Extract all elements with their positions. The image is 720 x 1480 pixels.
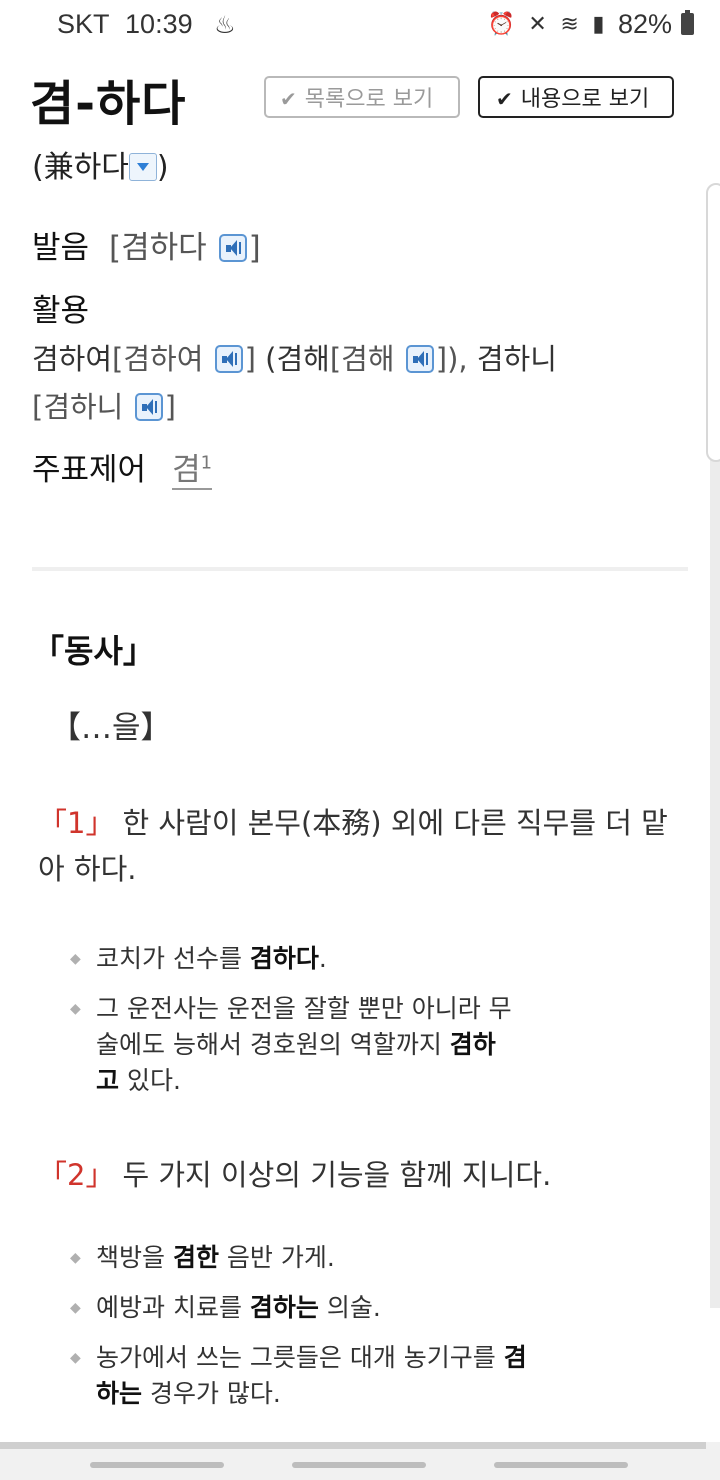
bullet-icon: ◆ bbox=[70, 1001, 81, 1017]
main-entry-label: 주표제어 bbox=[32, 452, 147, 488]
conj-pron: [겸하여 bbox=[112, 342, 204, 376]
headword: 겸-하다 bbox=[30, 76, 187, 132]
bullet-icon: ◆ bbox=[70, 1250, 81, 1266]
pronunciation-row: 발음 [겸하다 ] bbox=[32, 230, 261, 266]
sense-number: 「1」 bbox=[38, 806, 115, 840]
conj-pron: [겸하니 bbox=[32, 390, 124, 424]
clock: 10:39 bbox=[125, 9, 193, 39]
bullet-icon: ◆ bbox=[70, 951, 81, 967]
status-left: SKT 10:39 ♨ bbox=[57, 9, 236, 40]
example-item: ◆ 농가에서 쓰는 그릇들은 대개 농기구를 겸하는 경우가 많다. bbox=[70, 1340, 536, 1412]
alarm-icon: ⏰ bbox=[487, 11, 515, 36]
nav-pill[interactable] bbox=[292, 1462, 426, 1468]
speaker-icon[interactable] bbox=[405, 345, 434, 373]
section-divider bbox=[32, 567, 688, 571]
wifi-icon: ≋ bbox=[560, 11, 579, 36]
example-list: ◆ 책방을 겸한 음반 가게. ◆ 예방과 치료를 겸하는 의술. ◆ 농가에서… bbox=[70, 1240, 536, 1426]
scrollbar-track[interactable] bbox=[710, 318, 720, 1308]
sentence-pattern: 【…을】 bbox=[50, 710, 172, 746]
pronunciation-text: [겸하다 bbox=[109, 230, 207, 266]
speaker-icon[interactable] bbox=[214, 345, 243, 373]
main-entry-row: 주표제어 겸1 bbox=[32, 444, 213, 490]
view-list-label: 목록으로 보기 bbox=[304, 87, 434, 112]
conjugation-line: 겸하여[겸하여 ] (겸해[겸해 ]), 겸하니 bbox=[32, 342, 557, 376]
conj-form: (겸해 bbox=[265, 342, 330, 376]
carrier-label: SKT bbox=[57, 9, 110, 39]
conj-form: 겸하여 bbox=[32, 342, 113, 376]
view-list-button[interactable]: ✔ 목록으로 보기 bbox=[264, 76, 460, 118]
battery-label: 82% bbox=[617, 9, 672, 39]
hanja-text: (兼하다 bbox=[32, 150, 129, 185]
mute-icon: ✕ bbox=[528, 11, 547, 36]
example-item: ◆ 예방과 치료를 겸하는 의술. bbox=[70, 1290, 536, 1326]
definition-text: 한 사람이 본무(本務) 외에 다른 직무를 더 맡아 하다. bbox=[38, 806, 668, 886]
notification-icon: ♨ bbox=[214, 12, 236, 39]
example-item: ◆ 코치가 선수를 겸하다. bbox=[70, 941, 516, 977]
signal-icon: ▮ bbox=[592, 11, 605, 36]
part-of-speech: 「동사」 bbox=[32, 632, 155, 670]
sense-number: 「2」 bbox=[38, 1158, 115, 1192]
view-content-label: 내용으로 보기 bbox=[520, 87, 650, 112]
speaker-icon[interactable] bbox=[134, 393, 163, 421]
example-list: ◆ 코치가 선수를 겸하다. ◆ 그 운전사는 운전을 잘할 뿐만 아니라 무술… bbox=[70, 941, 516, 1113]
bottom-navigation bbox=[0, 1442, 720, 1480]
speaker-icon[interactable] bbox=[218, 234, 247, 262]
status-right: ⏰ ✕ ≋ ▮ 82% bbox=[487, 9, 694, 40]
main-entry-link[interactable]: 겸1 bbox=[172, 452, 213, 490]
check-icon: ✔ bbox=[280, 87, 297, 111]
conjugation-line: [겸하니 ] bbox=[32, 390, 176, 424]
example-item: ◆ 책방을 겸한 음반 가게. bbox=[70, 1240, 536, 1276]
definition-text: 두 가지 이상의 기능을 함께 지니다. bbox=[122, 1158, 552, 1192]
conj-pron: [겸해 bbox=[329, 342, 395, 376]
sense-definition: 「1」 한 사람이 본무(本務) 외에 다른 직무를 더 맡아 하다. bbox=[38, 800, 668, 892]
hanja-origin: (兼하다) bbox=[32, 142, 169, 186]
dropdown-icon[interactable] bbox=[128, 153, 157, 181]
nav-pill[interactable] bbox=[494, 1462, 628, 1468]
sense-definition: 「2」 두 가지 이상의 기능을 함께 지니다. bbox=[38, 1152, 668, 1198]
nav-pill[interactable] bbox=[90, 1462, 224, 1468]
bottom-strip bbox=[0, 1442, 706, 1449]
hanja-close: ) bbox=[156, 150, 169, 185]
check-icon: ✔ bbox=[496, 87, 513, 111]
bullet-icon: ◆ bbox=[70, 1300, 81, 1316]
conjugation-label: 활용 bbox=[32, 293, 90, 329]
view-content-button[interactable]: ✔ 내용으로 보기 bbox=[478, 76, 674, 118]
battery-icon bbox=[681, 10, 694, 35]
pronunciation-label: 발음 bbox=[32, 230, 90, 266]
example-item: ◆ 그 운전사는 운전을 잘할 뿐만 아니라 무술에도 능해서 경호원의 역할까… bbox=[70, 991, 516, 1099]
scrollbar-handle[interactable] bbox=[706, 183, 720, 462]
status-bar: SKT 10:39 ♨ ⏰ ✕ ≋ ▮ 82% bbox=[0, 0, 720, 52]
bullet-icon: ◆ bbox=[70, 1350, 81, 1366]
conj-form: 겸하니 bbox=[476, 342, 557, 376]
